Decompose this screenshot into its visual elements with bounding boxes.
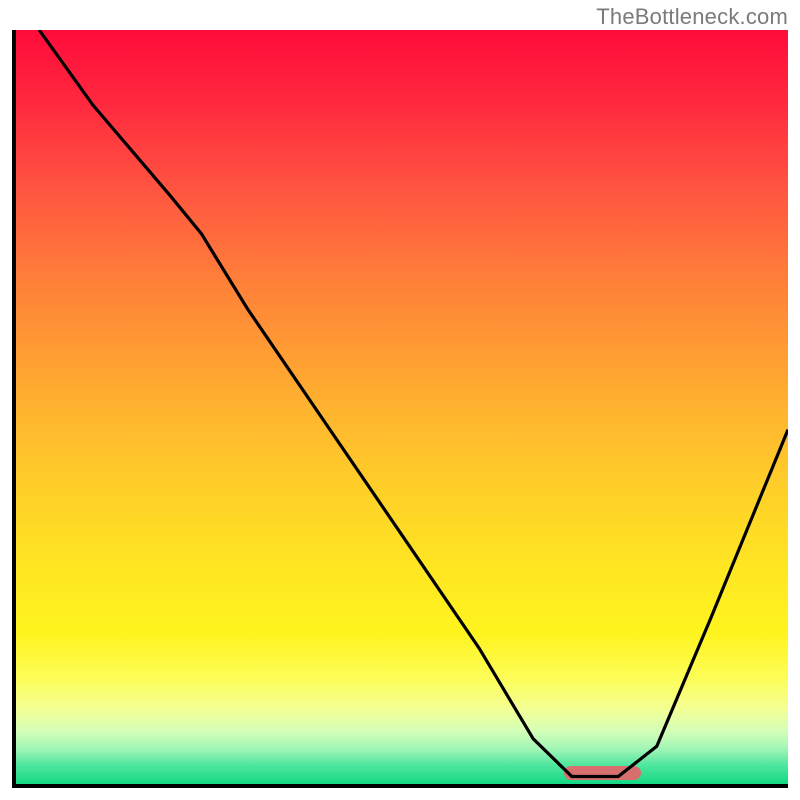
curve-line [16, 30, 788, 784]
watermark-text: TheBottleneck.com [596, 4, 788, 30]
plot-area [12, 30, 788, 788]
chart-container: TheBottleneck.com [0, 0, 800, 800]
